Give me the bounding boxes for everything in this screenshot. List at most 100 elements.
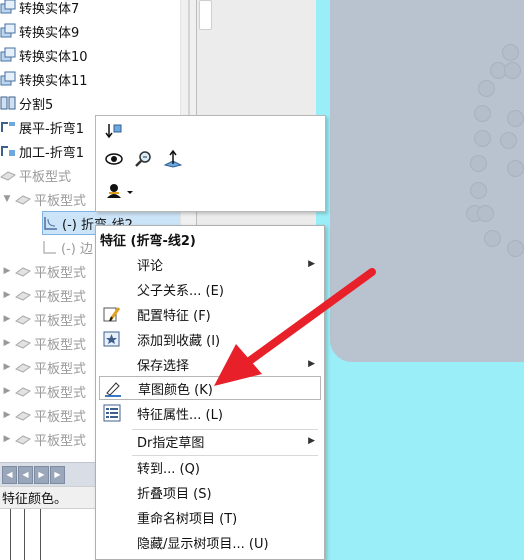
hole [470,155,487,172]
menu-item-rename-tree-item[interactable]: 重命名树项目 (T) [99,505,321,529]
hole [500,132,517,149]
prev-tab-button[interactable]: ◀ [18,465,33,484]
tree-item-label: 平板型式 [34,361,87,377]
expand-arrow-icon[interactable]: ▶ [2,362,12,372]
status-bar: 特征颜色。 [0,486,100,508]
flatten-bend-icon [0,119,16,135]
expand-arrow-icon[interactable]: ▶ [2,410,12,420]
zoom-to-selection-button[interactable] [133,150,155,172]
tree-item-label: 分割5 [19,97,54,113]
split-icon [0,95,16,111]
first-tab-button[interactable]: ◀ [2,465,17,484]
flat-pattern-icon [14,359,32,375]
menu-item-configure-feature[interactable]: 配置特征 (F) [99,302,321,326]
process-bend-icon [0,143,16,159]
menu-item-collapse-items[interactable]: 折叠项目 (S) [99,480,321,504]
divider [24,509,25,560]
menu-title: 特征 (折弯-线2) [100,234,196,249]
tree-item-convert-entities-10[interactable]: 转换实体10 [0,43,88,67]
normal-to-button[interactable] [162,149,184,172]
flat-pattern-icon [14,311,32,327]
tree-item-convert-entities-7[interactable]: 转换实体7 [0,0,79,19]
tree-item-flat-pattern[interactable]: ▶ 平板型式 [2,403,86,427]
tree-item-label: 展平-折弯1 [19,121,84,137]
tree-item-flat-pattern[interactable]: ▶ 平板型式 [2,355,86,379]
next-tab-button[interactable]: ▶ [34,465,49,484]
hole [507,110,524,127]
menu-item-hide-show-tree-items[interactable]: 隐藏/显示树项目... (U) [99,530,321,554]
submenu-arrow-icon: ▶ [308,436,315,446]
last-tab-button[interactable]: ▶ [50,465,65,484]
tree-item-process-bend-1[interactable]: 加工-折弯1 [0,139,84,163]
menu-item-dr-assign-sketch[interactable]: Dr指定草图 ▶ [99,429,321,453]
sketch-icon [43,215,59,231]
tree-item-label: 平板型式 [34,289,87,305]
tree-item-flat-pattern[interactable]: ▶ 平板型式 [2,307,86,331]
tree-item-convert-entities-9[interactable]: 转换实体9 [0,19,79,43]
configure-feature-icon [103,305,121,323]
panel-handle[interactable] [199,0,212,30]
tree-item-flat-pattern[interactable]: ▶ 平板型式 [2,331,86,355]
menu-item-label: Dr指定草图 [137,435,205,451]
submenu-arrow-icon: ▶ [308,359,315,369]
expand-arrow-icon[interactable]: ▶ [2,386,12,396]
hole [507,240,524,257]
flat-pattern-icon [14,407,32,423]
zoom-to-selection-icon [135,150,153,172]
expand-arrow-icon[interactable]: ▶ [2,290,12,300]
flat-pattern-icon [14,335,32,351]
normal-to-icon [163,149,183,172]
menu-item-comment[interactable]: 评论 ▶ [99,252,321,276]
collapse-arrow-icon[interactable]: ▼ [2,194,12,204]
tree-item-flat-pattern-sub[interactable]: ▼ 平板型式 [2,187,86,211]
tree-item-convert-entities-11[interactable]: 转换实体11 [0,67,88,91]
tree-item-edge[interactable]: (-) 边 [42,235,93,259]
menu-item-label: 配置特征 (F) [137,308,211,324]
sketch-icon [42,239,58,255]
context-toolbar [95,115,326,212]
menu-item-go-to[interactable]: 转到... (Q) [99,455,321,479]
hole [474,105,491,122]
tree-item-flat-pattern[interactable]: ▶ 平板型式 [2,427,86,451]
hole [477,205,494,222]
tree-item-label: 平板型式 [34,433,87,449]
menu-item-label: 父子关系... (E) [137,283,224,299]
hole [484,230,501,247]
convert-entities-icon [0,0,16,15]
tree-item-label: 转换实体9 [19,25,80,41]
expand-arrow-icon[interactable]: ▶ [2,434,12,444]
tree-item-flat-pattern[interactable]: ▶ 平板型式 [2,259,86,283]
menu-item-sketch-color[interactable]: 草图颜色 (K) [99,376,321,400]
convert-entities-icon [0,71,16,87]
appearance-button[interactable] [103,182,137,204]
tree-item-flat-pattern[interactable]: ▶ 平板型式 [2,379,86,403]
tree-item-flat-pattern[interactable]: 平板型式 [0,163,71,187]
tree-item-label: 转换实体7 [19,1,80,17]
tree-item-label: 平板型式 [34,193,87,209]
flat-pattern-icon [14,191,32,207]
tree-item-flatten-bend-1[interactable]: 展平-折弯1 [0,115,84,139]
show-hide-button[interactable] [103,150,125,172]
menu-item-add-favorite[interactable]: 添加到收藏 (I) [99,327,321,351]
tree-item-split-5[interactable]: 分割5 [0,91,53,115]
menu-item-feature-properties[interactable]: 特征属性... (L) [99,401,321,425]
menu-item-parent-child[interactable]: 父子关系... (E) [99,277,321,301]
flat-pattern-icon [14,431,32,447]
expand-arrow-icon[interactable]: ▶ [2,314,12,324]
rollback-button[interactable] [103,122,125,144]
hole [504,62,521,79]
menu-item-save-selection[interactable]: 保存选择 ▶ [99,352,321,376]
tree-item-label: 平板型式 [19,169,72,185]
tree-item-flat-pattern[interactable]: ▶ 平板型式 [2,283,86,307]
hole [502,44,519,61]
expand-arrow-icon[interactable]: ▶ [2,338,12,348]
expand-arrow-icon[interactable]: ▶ [2,266,12,276]
menu-item-label: 转到... (Q) [137,461,200,477]
hole [507,160,524,177]
flat-pattern-icon [14,287,32,303]
lower-panel [0,508,100,560]
hole [474,130,491,147]
hole [470,182,487,199]
status-text: 特征颜色。 [2,492,68,507]
add-favorite-icon [103,330,121,348]
